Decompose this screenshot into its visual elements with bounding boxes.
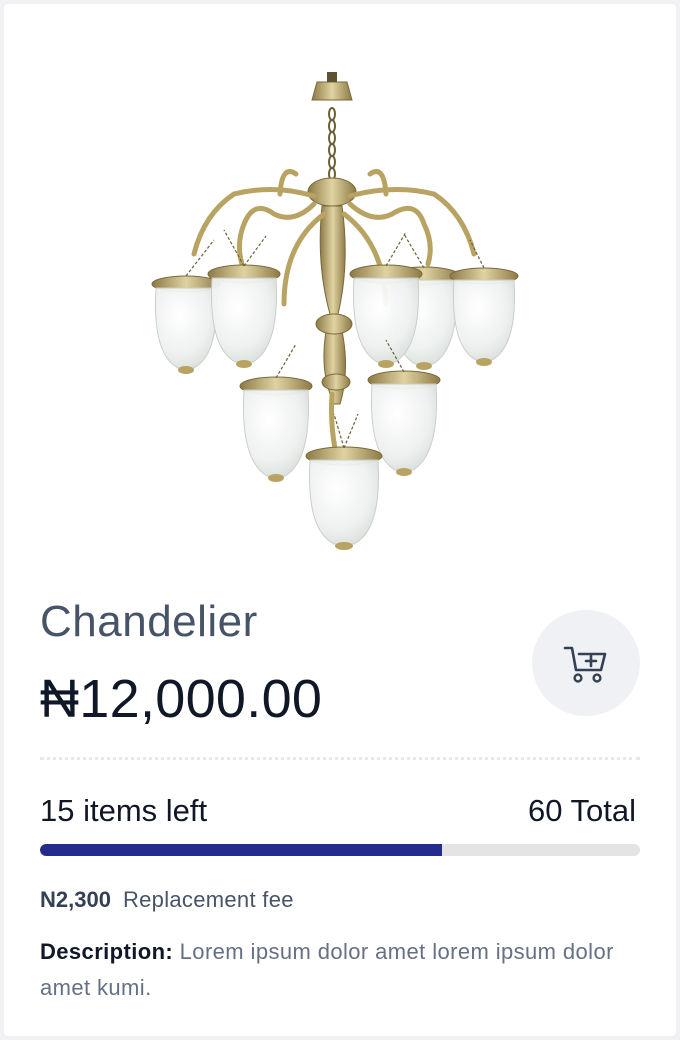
product-description: Description: Lorem ipsum dolor amet lore… — [40, 934, 640, 1006]
replacement-fee-amount: N2,300 — [40, 887, 111, 912]
product-image — [151, 72, 519, 550]
divider — [40, 757, 640, 760]
product-title: Chandelier — [40, 597, 258, 646]
add-to-cart-button[interactable] — [532, 610, 640, 716]
product-card: Chandelier ₦12,000.00 15 items left 60 T… — [4, 4, 676, 1036]
product-price: ₦12,000.00 — [40, 669, 323, 729]
stock-progress-bar — [40, 844, 640, 856]
total-items-label: 60 Total — [527, 793, 636, 828]
replacement-fee-label: Replacement fee — [122, 887, 294, 912]
add-to-cart-icon — [563, 646, 607, 683]
stock-progress-fill — [40, 844, 442, 856]
description-label: Description: — [40, 939, 174, 964]
items-left-label: 15 items left — [40, 793, 208, 828]
replacement-fee-row: N2,300 Replacement fee — [40, 889, 294, 911]
